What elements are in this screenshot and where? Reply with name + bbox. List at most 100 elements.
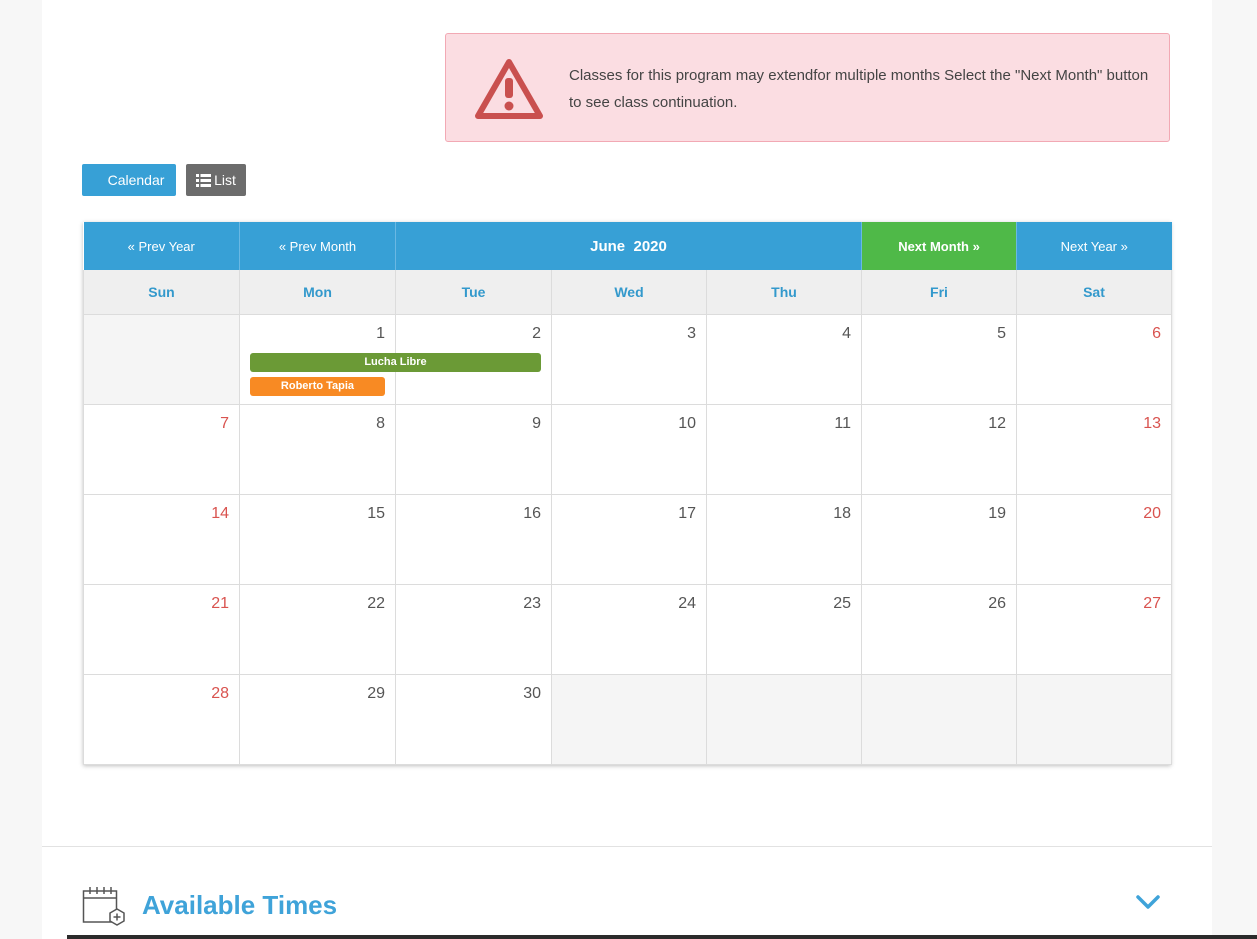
day-cell[interactable]: 17	[551, 494, 707, 585]
weekday-wed: Wed	[551, 270, 707, 315]
day-cell[interactable]: 3	[551, 314, 707, 405]
event-roberto-tapia[interactable]: Roberto Tapia	[250, 377, 385, 396]
day-number: 19	[988, 505, 1006, 522]
day-cell[interactable]: 22	[239, 584, 396, 675]
list-icon	[196, 174, 212, 187]
day-cell[interactable]: 26	[861, 584, 1017, 675]
day-cell[interactable]: 16	[395, 494, 552, 585]
weekday-header-row: Sun Mon Tue Wed Thu Fri Sat	[83, 270, 1172, 315]
calendar-view-label: Calendar	[107, 172, 165, 188]
calendar-week: 1 Lucha Libre Roberto Tapia 2 3 4 5 6	[83, 314, 1172, 405]
day-cell[interactable]: 19	[861, 494, 1017, 585]
day-number: 17	[678, 505, 696, 522]
day-cell[interactable]: 27	[1016, 584, 1172, 675]
event-lucha-libre[interactable]: Lucha Libre	[250, 353, 541, 372]
weekday-tue: Tue	[395, 270, 552, 315]
calendar-week: 21 22 23 24 25 26 27	[83, 584, 1172, 675]
bottom-bar	[67, 935, 1257, 939]
day-cell[interactable]: 5	[861, 314, 1017, 405]
weekday-sun: Sun	[83, 270, 240, 315]
day-number: 5	[997, 325, 1006, 342]
month-title: June 2020	[395, 222, 862, 270]
day-cell-empty	[551, 674, 707, 765]
day-number: 27	[1143, 595, 1161, 612]
day-cell[interactable]: 30	[395, 674, 552, 765]
day-number: 30	[523, 685, 541, 702]
calendar-week: 14 15 16 17 18 19 20	[83, 494, 1172, 585]
weekday-thu: Thu	[706, 270, 862, 315]
day-number: 4	[842, 325, 851, 342]
day-number: 1	[376, 325, 385, 342]
calendar-view-button[interactable]: Calendar	[82, 164, 176, 196]
day-number: 29	[367, 685, 385, 702]
prev-month-button[interactable]: « Prev Month	[239, 222, 396, 270]
day-number: 9	[532, 415, 541, 432]
day-cell[interactable]: 23	[395, 584, 552, 675]
next-month-button[interactable]: Next Month »	[861, 222, 1017, 270]
day-cell[interactable]: 21	[83, 584, 240, 675]
day-cell[interactable]: 8	[239, 404, 396, 495]
day-number: 10	[678, 415, 696, 432]
day-number: 22	[367, 595, 385, 612]
alert-message: Classes for this program may extendfor m…	[569, 67, 1149, 111]
day-number: 8	[376, 415, 385, 432]
day-cell[interactable]: 28	[83, 674, 240, 765]
day-cell[interactable]: 14	[83, 494, 240, 585]
chevron-down-icon[interactable]	[1135, 893, 1161, 911]
list-view-button[interactable]: List	[186, 164, 246, 196]
day-number: 2	[532, 325, 541, 342]
calendar-nav-row: « Prev Year « Prev Month June 2020 Next …	[83, 222, 1172, 270]
day-number: 11	[834, 415, 851, 432]
day-cell[interactable]: 13	[1016, 404, 1172, 495]
calendar-add-icon	[82, 887, 125, 926]
day-number: 15	[367, 505, 385, 522]
day-number: 16	[523, 505, 541, 522]
prev-year-button[interactable]: « Prev Year	[83, 222, 240, 270]
day-cell[interactable]: 25	[706, 584, 862, 675]
day-number: 18	[833, 505, 851, 522]
day-cell-empty	[83, 314, 240, 405]
day-cell-empty	[1016, 674, 1172, 765]
day-cell[interactable]: 24	[551, 584, 707, 675]
weekday-mon: Mon	[239, 270, 396, 315]
day-cell[interactable]: 1 Lucha Libre Roberto Tapia	[239, 314, 541, 405]
day-cell[interactable]: 4	[706, 314, 862, 405]
day-cell-empty	[861, 674, 1017, 765]
day-cell[interactable]: 9	[395, 404, 552, 495]
day-cell[interactable]: 29	[239, 674, 396, 765]
day-number: 28	[211, 685, 229, 702]
alert-box: Classes for this program may extendfor m…	[445, 33, 1170, 142]
calendar-week: 7 8 9 10 11 12 13	[83, 404, 1172, 495]
day-number: 6	[1152, 325, 1161, 342]
day-number: 25	[833, 595, 851, 612]
day-cell[interactable]: 6	[1016, 314, 1172, 405]
calendar-week: 28 29 30	[83, 674, 1172, 765]
warning-triangle-icon	[475, 59, 543, 119]
available-times-title: Available Times	[142, 890, 338, 920]
day-number: 12	[988, 415, 1006, 432]
weekday-fri: Fri	[861, 270, 1017, 315]
day-number: 20	[1143, 505, 1161, 522]
day-number: 26	[988, 595, 1006, 612]
day-cell[interactable]: 20	[1016, 494, 1172, 585]
day-cell[interactable]: 18	[706, 494, 862, 585]
day-number: 23	[523, 595, 541, 612]
day-number: 21	[211, 595, 229, 612]
day-cell[interactable]: 7	[83, 404, 240, 495]
section-divider	[42, 846, 1212, 847]
day-number: 3	[687, 325, 696, 342]
list-view-label: List	[214, 172, 236, 188]
day-number: 24	[678, 595, 696, 612]
day-number: 7	[220, 415, 229, 432]
day-cell-empty	[706, 674, 862, 765]
calendar-grid: « Prev Year « Prev Month June 2020 Next …	[83, 222, 1172, 765]
next-year-button[interactable]: Next Year »	[1016, 222, 1172, 270]
day-number: 14	[211, 505, 229, 522]
weekday-sat: Sat	[1016, 270, 1172, 315]
page-container: Classes for this program may extendfor m…	[42, 0, 1212, 939]
day-cell[interactable]: 15	[239, 494, 396, 585]
day-cell[interactable]: 12	[861, 404, 1017, 495]
day-cell[interactable]: 10	[551, 404, 707, 495]
day-cell[interactable]: 11	[706, 404, 862, 495]
day-number: 13	[1143, 415, 1161, 432]
